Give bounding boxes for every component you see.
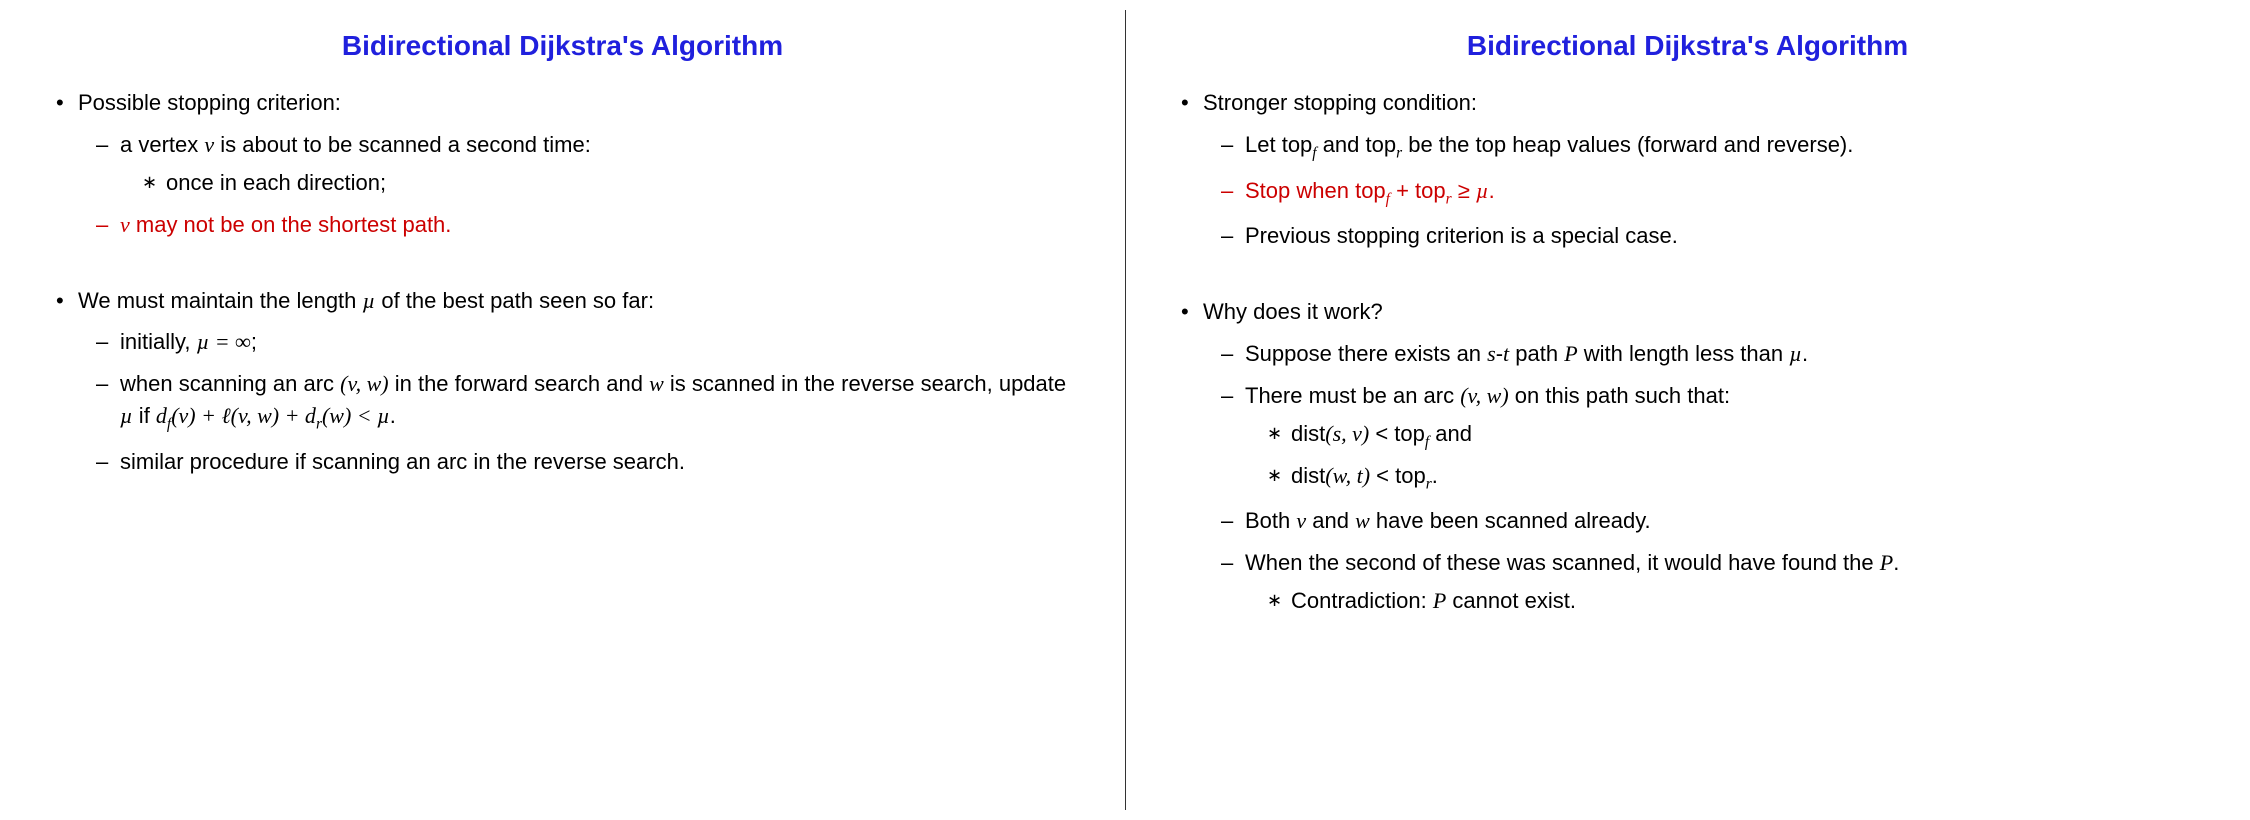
text: Both	[1245, 508, 1296, 533]
bullet-why-works: Why does it work? Suppose there exists a…	[1175, 296, 2200, 617]
bullet-both-scanned: Both v and w have been scanned already.	[1221, 505, 2200, 537]
bullet-scanned-twice: a vertex v is about to be scanned a seco…	[96, 129, 1075, 199]
math-P: P	[1564, 341, 1577, 366]
text: a vertex	[120, 132, 204, 157]
bullet-stronger-condition: Stronger stopping condition: Let topf an…	[1175, 87, 2200, 282]
bullet-stopping-criterion: Possible stopping criterion: a vertex v …	[50, 87, 1075, 271]
bullet-each-direction: once in each direction;	[142, 167, 1075, 199]
text: We must maintain the length	[78, 288, 363, 313]
math-P: P	[1880, 550, 1893, 575]
text: once in each direction;	[166, 170, 386, 195]
math-topr: topr	[1366, 132, 1403, 157]
bullet-stop-condition: Stop when topf + topr ≥ µ.	[1221, 175, 2200, 211]
text: Previous stopping criterion is a special…	[1245, 223, 1678, 248]
bullet-dist-sv: dist(s, v) < topf and	[1267, 418, 2200, 454]
text: -	[1496, 341, 1503, 366]
text: Why does it work?	[1203, 299, 1383, 324]
math-v: v	[1296, 508, 1306, 533]
text: may not be on the shortest path.	[130, 212, 452, 237]
bullet-maintain-mu: We must maintain the length µ of the bes…	[50, 285, 1075, 478]
math-w: w	[649, 371, 664, 396]
slide-left: Bidirectional Dijkstra's Algorithm Possi…	[0, 0, 1125, 820]
slide-divider	[1125, 10, 1126, 810]
bullet-top-heap: Let topf and topr be the top heap values…	[1221, 129, 2200, 165]
text: path	[1509, 341, 1564, 366]
text: .	[1802, 341, 1808, 366]
math-arc: (v, w)	[1460, 383, 1508, 408]
math-topf: topf	[1282, 132, 1317, 157]
math-dist-wt: dist(w, t) < topr	[1291, 463, 1432, 488]
text: with length less than	[1578, 341, 1790, 366]
bullet-init-mu: initially, µ = ∞;	[96, 326, 1075, 358]
text: and	[1429, 421, 1472, 446]
text: is scanned in the reverse search, update	[664, 371, 1066, 396]
text: similar procedure if scanning an arc in …	[120, 449, 685, 474]
text: Let	[1245, 132, 1282, 157]
text: Suppose there exists an	[1245, 341, 1487, 366]
text: .	[1893, 550, 1899, 575]
slide-left-title: Bidirectional Dijkstra's Algorithm	[50, 30, 1075, 62]
text: initially,	[120, 329, 197, 354]
math-stop: topf + topr ≥ µ	[1355, 178, 1489, 203]
text: .	[1432, 463, 1438, 488]
bullet-reverse-similar: similar procedure if scanning an arc in …	[96, 446, 1075, 478]
text: cannot exist.	[1446, 588, 1576, 613]
math-mu: µ	[120, 403, 133, 428]
bullet-suppose-path: Suppose there exists an s-t path P with …	[1221, 338, 2200, 370]
text: Stronger stopping condition:	[1203, 90, 1477, 115]
text: Stop when	[1245, 178, 1355, 203]
math-w: w	[1355, 508, 1370, 533]
text: Contradiction:	[1291, 588, 1433, 613]
math-cond: df(v) + ℓ(v, w) + dr(w) < µ	[156, 403, 390, 428]
text: is about to be scanned a second time:	[214, 132, 591, 157]
text: of the best path seen so far:	[375, 288, 654, 313]
text: have been scanned already.	[1370, 508, 1651, 533]
text: if	[133, 403, 156, 428]
math-P: P	[1433, 588, 1446, 613]
bullet-contradiction: Contradiction: P cannot exist.	[1267, 585, 2200, 617]
text: There must be an arc	[1245, 383, 1460, 408]
math-mu: µ	[363, 288, 376, 313]
slide-right-title: Bidirectional Dijkstra's Algorithm	[1175, 30, 2200, 62]
text: be the top heap values (forward and reve…	[1402, 132, 1853, 157]
text: Possible stopping criterion:	[78, 90, 341, 115]
math-s: s	[1487, 341, 1496, 366]
math-mu: µ	[1789, 341, 1802, 366]
math-eq: µ = ∞	[197, 329, 251, 354]
slide-right-list: Stronger stopping condition: Let topf an…	[1175, 87, 2200, 617]
bullet-update-mu: when scanning an arc (v, w) in the forwa…	[96, 368, 1075, 436]
text: When the second of these was scanned, it…	[1245, 550, 1880, 575]
bullet-found-P: When the second of these was scanned, it…	[1221, 547, 2200, 617]
text: and	[1317, 132, 1366, 157]
text: .	[390, 403, 396, 428]
math-arc: (v, w)	[340, 371, 388, 396]
bullet-special-case: Previous stopping criterion is a special…	[1221, 220, 2200, 252]
math-dist-sv: dist(s, v) < topf	[1291, 421, 1429, 446]
math-v: v	[120, 212, 130, 237]
slide-right: Bidirectional Dijkstra's Algorithm Stron…	[1125, 0, 2250, 820]
text: when scanning an arc	[120, 371, 340, 396]
text: and	[1306, 508, 1355, 533]
text: in the forward search and	[389, 371, 649, 396]
bullet-arc-condition: There must be an arc (v, w) on this path…	[1221, 380, 2200, 495]
text: on this path such that:	[1509, 383, 1730, 408]
text: .	[1489, 178, 1495, 203]
bullet-dist-wt: dist(w, t) < topr.	[1267, 460, 2200, 496]
bullet-not-on-path: v may not be on the shortest path.	[96, 209, 1075, 241]
slide-left-list: Possible stopping criterion: a vertex v …	[50, 87, 1075, 478]
text: ;	[251, 329, 257, 354]
math-v: v	[204, 132, 214, 157]
